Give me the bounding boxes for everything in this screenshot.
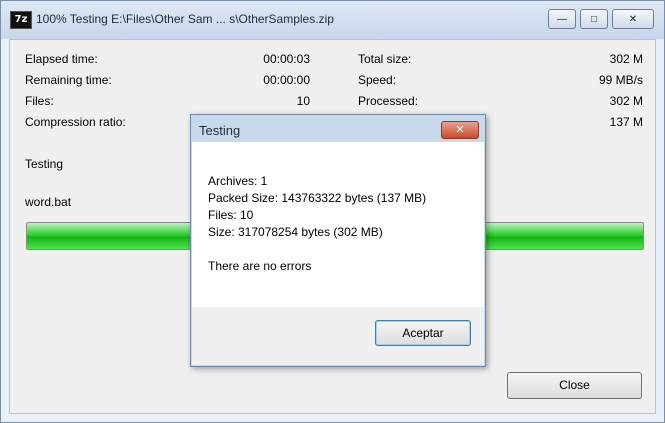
app-7zip-icon: 7z <box>10 11 32 29</box>
elapsed-time-value: 00:00:03 <box>263 52 310 66</box>
files-label: Files: <box>25 94 54 108</box>
close-button[interactable]: Close <box>507 372 642 399</box>
testing-dialog: Testing ✕ Archives: 1 Packed Size: 14376… <box>190 114 486 367</box>
operation-label: Testing <box>25 157 64 171</box>
window-title: 100% Testing E:\Files\Other Sam ... s\Ot… <box>36 12 334 26</box>
total-size-value: 302 M <box>609 52 643 66</box>
size-line: Size: 317078254 bytes (302 MB) <box>208 225 383 239</box>
compression-ratio-label: Compression ratio: <box>25 115 126 129</box>
archives-line: Archives: 1 <box>208 174 268 188</box>
window-controls: — □ ✕ <box>544 9 654 29</box>
minimize-button[interactable]: — <box>548 9 576 29</box>
title-bar[interactable]: 7z 100% Testing E:\Files\Other Sam ... s… <box>1 1 664 39</box>
dialog-footer: Aceptar <box>192 307 484 365</box>
maximize-icon: □ <box>590 13 598 25</box>
speed-value: 99 MB/s <box>598 73 643 87</box>
no-errors-message: There are no errors <box>208 259 312 273</box>
maximize-button[interactable]: □ <box>580 9 608 29</box>
processed-value: 302 M <box>609 94 643 108</box>
packed-size-line: Packed Size: 143763322 bytes (137 MB) <box>208 191 427 205</box>
speed-label: Speed: <box>358 73 397 87</box>
current-file-label: word.bat <box>25 195 72 209</box>
elapsed-time-label: Elapsed time: <box>25 52 98 66</box>
dialog-title: Testing <box>199 123 241 138</box>
total-size-label: Total size: <box>358 52 412 66</box>
dialog-files-line: Files: 10 <box>208 208 254 222</box>
close-icon: ✕ <box>455 124 465 136</box>
remaining-time-label: Remaining time: <box>25 73 112 87</box>
files-value: 10 <box>296 94 310 108</box>
close-window-button[interactable]: ✕ <box>612 9 654 29</box>
compressed-value: 137 M <box>609 115 643 129</box>
minimize-icon: — <box>557 13 567 25</box>
dialog-close-button[interactable]: ✕ <box>441 121 479 139</box>
close-icon: ✕ <box>628 13 638 25</box>
accept-button[interactable]: Aceptar <box>375 320 471 346</box>
remaining-time-value: 00:00:00 <box>263 73 310 87</box>
dialog-body: Archives: 1 Packed Size: 143763322 bytes… <box>192 142 484 307</box>
processed-label: Processed: <box>358 94 419 108</box>
